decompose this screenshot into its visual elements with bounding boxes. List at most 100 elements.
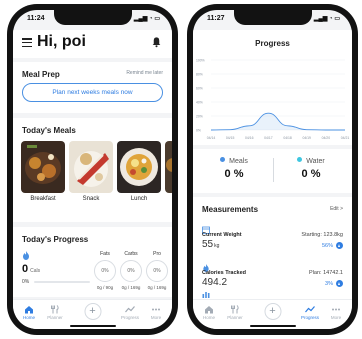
remind-later-link[interactable]: Remind me later: [126, 70, 163, 76]
screenshot: 11:24 ▂▄▆ ◔ ▭ Hi, poi Meal Prep Remind m…: [0, 0, 362, 339]
meal-card-partial[interactable]: [165, 141, 172, 193]
tab-home[interactable]: Home: [197, 305, 221, 320]
meal-card-snack[interactable]: Snack: [69, 141, 113, 202]
calories-progress-track: [34, 281, 90, 283]
x-tick-label: 04/14: [207, 136, 216, 140]
measurement-number: 55: [202, 239, 214, 250]
measurement-calories[interactable]: Calories Tracked 494.2 Plan: 14742.1 3%: [202, 259, 343, 299]
phone-progress: 11:27 ▂▄▆ ◔ ▭ Progress 100% 80% 60% 40% 20% 0…: [187, 4, 358, 335]
stat-value: 0 %: [301, 168, 321, 180]
measurements-title: Measurements: [202, 205, 259, 214]
calories-progress: 0%: [22, 279, 90, 285]
tab-home[interactable]: Home: [17, 305, 41, 320]
tab-label: Home: [202, 315, 215, 320]
tab-planner[interactable]: Planner: [43, 305, 67, 320]
y-tick-label: 40%: [196, 101, 203, 105]
macro-name: Pro: [153, 251, 161, 257]
tab-more[interactable]: More: [324, 305, 348, 320]
add-button[interactable]: +: [264, 303, 281, 320]
measurement-label: Current Weight: [202, 232, 242, 238]
todays-progress-card: Today's Progress 0 Cals 0% Fats 0% 0g / 9…: [13, 227, 172, 297]
divider: [272, 158, 274, 182]
measurement-weight[interactable]: Current Weight 55kg Starting: 123.8kg 56…: [202, 221, 343, 257]
meals-dot-icon: [220, 157, 226, 162]
macro-amount: 0g / 90g: [96, 285, 114, 290]
x-tick-label: 04/15: [226, 136, 235, 140]
macro-amount: 0g / 169g: [121, 285, 141, 290]
tab-more[interactable]: More: [144, 305, 168, 320]
meal-card-lunch[interactable]: Lunch: [117, 141, 161, 202]
menu-icon[interactable]: [22, 38, 32, 48]
tab-progress[interactable]: Progress: [118, 305, 142, 320]
progress-chart-card: Progress 100% 80% 60% 40% 20% 0% 04/14 04/15 04/…: [193, 30, 352, 145]
edit-link[interactable]: Edit >: [330, 206, 343, 212]
more-dots-icon: [332, 308, 340, 311]
progress-chart: 100% 80% 60% 40% 20% 0% 04/14 04/15 04/16 04/17 04…: [196, 59, 350, 141]
meal-card-breakfast[interactable]: Breakfast: [21, 141, 65, 202]
tab-label: Home: [22, 315, 35, 320]
x-tick-label: 04/16: [245, 136, 254, 140]
notch: [233, 10, 312, 25]
page-title: Progress: [255, 39, 290, 48]
macro-fats: Fats 0% 0g / 90g: [93, 251, 117, 290]
macro-name: Carbs: [124, 251, 138, 257]
bell-icon[interactable]: [151, 36, 162, 48]
tab-label: Planner: [227, 315, 243, 320]
measurements-card: Measurements Edit > Current Weight 55kg …: [193, 197, 352, 305]
measurement-percent: 3%: [325, 281, 333, 287]
measurement-label: Calories Tracked: [202, 270, 247, 276]
home-screen: 11:24 ▂▄▆ ◔ ▭ Hi, poi Meal Prep Remind m…: [13, 10, 172, 329]
meal-prep-title: Meal Prep: [22, 70, 60, 79]
home-header: Hi, poi: [13, 30, 172, 58]
y-tick-label: 0%: [196, 129, 201, 133]
y-tick-label: 80%: [196, 73, 203, 77]
trend-icon: [125, 306, 135, 313]
x-tick-label: 04/21: [341, 136, 350, 140]
add-button[interactable]: +: [84, 303, 101, 320]
tab-label: Progress: [300, 315, 319, 320]
flame-icon: [23, 251, 29, 260]
home-icon: [205, 306, 213, 314]
meal-photo: [117, 141, 161, 193]
calories-unit: Cals: [30, 268, 41, 274]
tab-progress[interactable]: Progress: [298, 305, 322, 320]
plan-meals-button[interactable]: Plan next weeks meals now: [22, 83, 163, 102]
x-tick-label: 04/17: [264, 136, 273, 140]
more-dots-icon: [152, 308, 160, 311]
tab-label: Planner: [47, 315, 63, 320]
todays-meals-card: Today's Meals Breakfast Snack Lunch: [13, 118, 172, 222]
stat-meals: Meals 0 %: [199, 157, 269, 180]
fork-knife-icon: [51, 305, 59, 314]
calories-value: 0 Cals: [22, 263, 40, 275]
tab-bar: Home Planner + Progress More: [13, 299, 172, 329]
meal-photo: [69, 141, 113, 193]
measurement-aside: Starting: 123.8kg: [301, 232, 343, 238]
tab-bar: Home Planner + Progress More: [193, 299, 352, 329]
calories-percent: 0%: [22, 279, 30, 285]
tab-planner[interactable]: Planner: [223, 305, 247, 320]
tab-label: More: [150, 315, 162, 320]
stat-water: Water 0 %: [276, 157, 346, 180]
greeting-title: Hi, poi: [37, 33, 86, 50]
meals-carousel[interactable]: Breakfast Snack Lunch: [21, 141, 172, 203]
water-dot-icon: [297, 157, 303, 162]
todays-meals-title: Today's Meals: [22, 126, 76, 135]
fork-knife-icon: [231, 305, 239, 314]
tab-label: Progress: [120, 315, 139, 320]
macro-name: Fats: [100, 251, 110, 257]
calories-number: 0: [22, 263, 29, 275]
progress-stats: Meals 0 % Water 0 %: [193, 149, 352, 193]
trend-icon: [305, 306, 315, 313]
measurement-value: 494.2: [202, 277, 227, 288]
meal-photo: [165, 141, 172, 193]
stat-label: Water: [306, 158, 325, 165]
macro-ring: 0%: [120, 260, 142, 282]
meal-label: Lunch: [130, 196, 148, 202]
y-tick-label: 20%: [196, 115, 203, 119]
measurement-unit: kg: [214, 243, 220, 249]
x-tick-label: 04/19: [302, 136, 311, 140]
stat-label: Meals: [229, 158, 248, 165]
macro-carbs: Carbs 0% 0g / 169g: [119, 251, 143, 290]
meal-label: Snack: [82, 196, 100, 202]
meal-label: Breakfast: [30, 196, 56, 202]
